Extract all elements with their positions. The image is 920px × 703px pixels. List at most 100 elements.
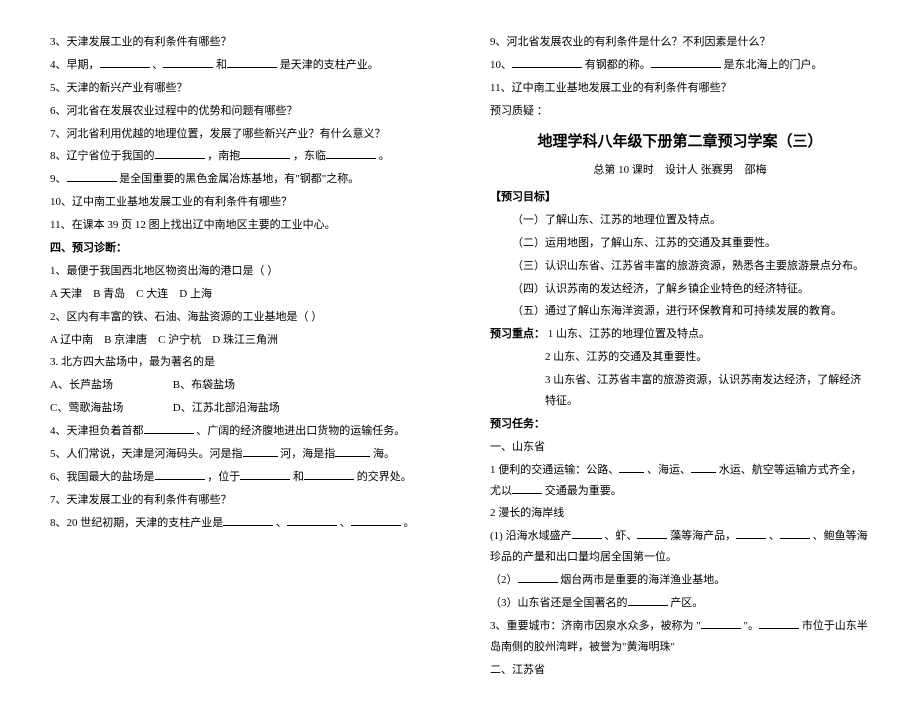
points: 预习重点： 1 山东、江苏的地理位置及特点。 <box>490 324 870 345</box>
d3-opts2: C、莺歌海盐场 D、江苏北部沿海盐场 <box>50 398 430 419</box>
d7: 7、天津发展工业的有利条件有哪些？ <box>50 490 430 511</box>
tasks-head: 预习任务： <box>490 414 870 435</box>
blank <box>155 146 205 159</box>
text: ，东临 <box>293 150 326 162</box>
g2: （二）运用地图，了解山东、江苏的交通及其重要性。 <box>490 233 870 254</box>
page-root: 3、天津发展工业的有利条件有哪些？ 4、早期， 、 和 是天津的支柱产业。 5、… <box>0 0 920 703</box>
d3: 3. 北方四大盐场中，最为著名的是 <box>50 352 430 373</box>
p3: 3 山东省、江苏省丰富的旅游资源，认识苏南发达经济，了解经济特征。 <box>490 370 870 412</box>
blank <box>619 460 644 473</box>
q3: 3、天津发展工业的有利条件有哪些？ <box>50 32 430 53</box>
text: "。 <box>744 620 760 632</box>
text: 9、 <box>50 173 67 185</box>
text: 6、我国最大的盐场是 <box>50 471 155 483</box>
text: （3）山东省还是全国著名的 <box>490 597 628 609</box>
left-column: 3、天津发展工业的有利条件有哪些？ 4、早期， 、 和 是天津的支柱产业。 5、… <box>50 30 430 683</box>
right-column: 9、河北省发展农业的有利条件是什么？不利因素是什么？ 10、 有钢都的称。 是东… <box>490 30 870 683</box>
t2: 2 漫长的海岸线 <box>490 503 870 524</box>
d2: 2、区内有丰富的铁、石油、海盐资源的工业基地是（ ） <box>50 307 430 328</box>
text: 、广阔的经济腹地进出口货物的运输任务。 <box>196 425 405 437</box>
rq10: 10、 有钢都的称。 是东北海上的门户。 <box>490 55 870 76</box>
blank <box>163 55 213 68</box>
blank <box>335 444 370 457</box>
blank <box>518 570 558 583</box>
text: 8、辽宁省位于我国的 <box>50 150 155 162</box>
rq9: 9、河北省发展农业的有利条件是什么？不利因素是什么？ <box>490 32 870 53</box>
opt-d: D、江苏北部沿海盐场 <box>173 402 280 414</box>
text: 和 <box>293 471 304 483</box>
t2-3: （3）山东省还是全国著名的 产区。 <box>490 593 870 614</box>
q5: 5、天津的新兴产业有哪些？ <box>50 78 430 99</box>
blank <box>243 444 278 457</box>
q6: 6、河北省在发展农业过程中的优势和问题有哪些？ <box>50 101 430 122</box>
d6: 6、我国最大的盐场是 ，位于 和 的交界处。 <box>50 467 430 488</box>
opt-b: B、布袋盐场 <box>173 379 235 391</box>
points-head: 预习重点： <box>490 328 545 340</box>
lesson-title: 地理学科八年级下册第二章预习学案（三） <box>490 128 870 157</box>
text: 。 <box>379 150 390 162</box>
g5: （五）通过了解山东海洋资源，进行环保教育和可持续发展的教育。 <box>490 301 870 322</box>
blank <box>512 55 582 68</box>
text: 产区。 <box>670 597 703 609</box>
text: 、海运、 <box>647 464 691 476</box>
t2-2: （2） 烟台两市是重要的海洋渔业基地。 <box>490 570 870 591</box>
t3: 3、重要城市：济南市因泉水众多，被称为 " "。 市位于山东半岛南侧的胶州湾畔，… <box>490 616 870 658</box>
q7: 7、河北省利用优越的地理位置，发展了哪些新兴产业？有什么意义？ <box>50 124 430 145</box>
text: ，位于 <box>207 471 240 483</box>
g3: （三）认识山东省、江苏省丰富的旅游资源，熟悉各主要旅游景点分布。 <box>490 256 870 277</box>
q4: 4、早期， 、 和 是天津的支柱产业。 <box>50 55 430 76</box>
text: 5、人们常说，天津是河海码头。河是指 <box>50 448 243 460</box>
blank <box>637 526 667 539</box>
text: 8、20 世纪初期，天津的支柱产业是 <box>50 517 223 529</box>
text: 是东北海上的门户。 <box>724 59 823 71</box>
text: 和 <box>216 59 227 71</box>
diagnose-head: 四、预习诊断： <box>50 238 430 259</box>
goals-head: 【预习目标】 <box>490 187 870 208</box>
text: 1 便利的交通运输：公路、 <box>490 464 619 476</box>
d3-opts: A、长芦盐场 B、布袋盐场 <box>50 375 430 396</box>
pre-doubt: 预习质疑 ： <box>490 101 870 122</box>
lesson-subtitle: 总第 10 课时 设计人 张赛男 邵梅 <box>490 160 870 181</box>
text: 有钢都的称。 <box>585 59 651 71</box>
blank <box>240 146 290 159</box>
text: (1) 沿海水域盛产 <box>490 530 572 542</box>
q11: 11、在课本 39 页 12 图上找出辽中南地区主要的工业中心。 <box>50 215 430 236</box>
text: 10、 <box>490 59 512 71</box>
text: 、 <box>340 517 351 529</box>
q10: 10、辽中南工业基地发展工业的有利条件有哪些？ <box>50 192 430 213</box>
text: 4、早期， <box>50 59 100 71</box>
t0: 一、山东省 <box>490 437 870 458</box>
text: 、 <box>152 59 163 71</box>
text: 、虾、 <box>604 530 637 542</box>
text: 海。 <box>373 448 395 460</box>
blank <box>651 55 721 68</box>
t-end: 二、江苏省 <box>490 660 870 681</box>
text: 3、重要城市：济南市因泉水众多，被称为 " <box>490 620 701 632</box>
blank <box>67 169 117 182</box>
rq11: 11、辽中南工业基地发展工业的有利条件有哪些？ <box>490 78 870 99</box>
d4: 4、天津担负着首都 、广阔的经济腹地进出口货物的运输任务。 <box>50 421 430 442</box>
d1-opt: A 天津 B 青岛 C 大连 D 上海 <box>50 284 430 305</box>
blank <box>351 513 401 526</box>
text: ，南抱 <box>207 150 240 162</box>
blank <box>736 526 766 539</box>
blank <box>701 616 741 629</box>
d1: 1、最便于我国西北地区物资出海的港口是（ ） <box>50 261 430 282</box>
t1: 1 便利的交通运输：公路、 、海运、 水运、航空等运输方式齐全，尤以 交通最为重… <box>490 460 870 502</box>
blank <box>144 421 194 434</box>
blank <box>240 467 290 480</box>
q8: 8、辽宁省位于我国的 ，南抱 ，东临 。 <box>50 146 430 167</box>
blank <box>780 526 810 539</box>
text: 烟台两市是重要的海洋渔业基地。 <box>560 574 725 586</box>
text: 、 <box>276 517 287 529</box>
text: 是天津的支柱产业。 <box>280 59 379 71</box>
d8: 8、20 世纪初期，天津的支柱产业是 、 、 。 <box>50 513 430 534</box>
text: 交通最为重要。 <box>545 485 622 497</box>
text: 河，海是指 <box>280 448 335 460</box>
g4: （四）认识苏南的发达经济，了解乡镇企业特色的经济特征。 <box>490 279 870 300</box>
text: 藻等海产品， <box>670 530 736 542</box>
blank <box>223 513 273 526</box>
blank <box>691 460 716 473</box>
blank <box>287 513 337 526</box>
text: 是全国重要的黑色金属冶炼基地，有"钢都"之称。 <box>119 173 359 185</box>
